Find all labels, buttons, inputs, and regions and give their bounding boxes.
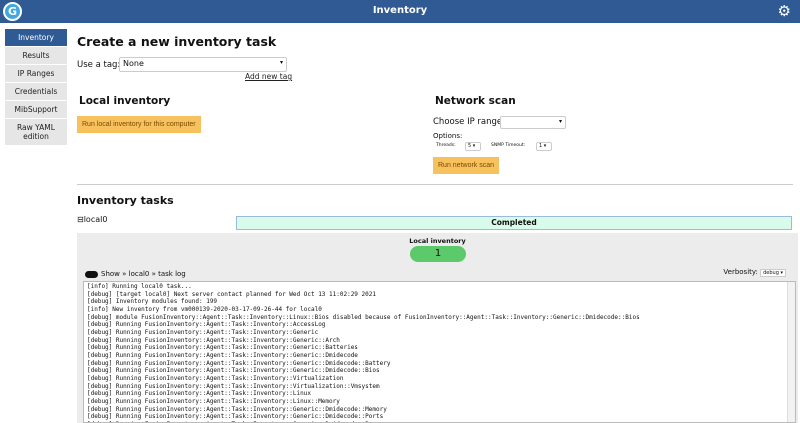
task-log[interactable]: [info] Running local0 task... [debug] [ta…	[83, 281, 796, 423]
log-line: [debug] Running FusionInventory::Agent::…	[87, 397, 340, 405]
verbosity-select[interactable]: debug ▾	[760, 269, 786, 277]
task-name: local0	[83, 215, 108, 224]
task-toggle[interactable]: ⊟local0	[77, 215, 107, 224]
options-label: Options:	[433, 132, 463, 140]
log-line: [debug] Running FusionInventory::Agent::…	[87, 374, 344, 382]
gear-icon[interactable]: ⚙	[778, 3, 791, 19]
log-line: [debug] Running FusionInventory::Agent::…	[87, 367, 380, 375]
threads-label: Threads:	[436, 143, 456, 148]
log-line: [debug] Running FusionInventory::Agent::…	[87, 321, 326, 329]
task-panel: Local inventory 1 Show » local0 » task l…	[77, 233, 798, 423]
sidebar: Inventory Results IP Ranges Credentials …	[5, 29, 67, 146]
log-line: [debug] Running FusionInventory::Agent::…	[87, 351, 358, 359]
header-bar: G Inventory ⚙	[0, 0, 800, 23]
counter-badge: 1	[410, 246, 466, 262]
local-inventory-title: Local inventory	[79, 95, 171, 107]
log-line: [debug] Running FusionInventory::Agent::…	[87, 336, 340, 344]
status-bar: Completed	[236, 216, 792, 230]
snmp-timeout-label: SNMP Timeout:	[491, 143, 526, 148]
sidebar-item-ip-ranges[interactable]: IP Ranges	[5, 65, 67, 82]
inventory-tasks-title: Inventory tasks	[77, 194, 174, 207]
add-new-tag-link[interactable]: Add new tag	[245, 72, 292, 81]
counter-label: Local inventory	[409, 237, 466, 245]
tag-select-value: None	[123, 59, 144, 68]
log-line: [debug] Running FusionInventory::Agent::…	[87, 382, 380, 390]
log-line: [debug] Running FusionInventory::Agent::…	[87, 328, 319, 336]
sidebar-item-inventory[interactable]: Inventory	[5, 29, 67, 46]
page-title: Create a new inventory task	[77, 34, 277, 49]
sidebar-item-raw-yaml[interactable]: Raw YAML edition	[5, 119, 67, 145]
log-line: [info] New inventory from vm000139-2020-…	[87, 305, 322, 313]
log-line: [debug] [target local0] Next server cont…	[87, 290, 376, 298]
page-header-title: Inventory	[372, 5, 428, 16]
sidebar-item-mibsupport[interactable]: MibSupport	[5, 101, 67, 118]
divider	[77, 184, 793, 185]
threads-value: 5	[468, 143, 472, 149]
ip-range-select[interactable]: ▾	[500, 116, 566, 129]
run-network-scan-button[interactable]: Run network scan	[433, 157, 500, 174]
ip-range-label: Choose IP range:	[433, 117, 505, 127]
log-line: [info] Running local0 task...	[87, 283, 192, 290]
log-line: [debug] Running FusionInventory::Agent::…	[87, 359, 391, 367]
log-line: [debug] Running FusionInventory::Agent::…	[87, 390, 311, 398]
log-line: [debug] Running FusionInventory::Agent::…	[87, 344, 358, 352]
verbosity-control: Verbosity: debug ▾	[723, 268, 786, 277]
verbosity-value: debug	[763, 270, 779, 276]
snmp-timeout-value: 1	[539, 143, 543, 149]
log-line: [debug] module FusionInventory::Agent::T…	[87, 313, 640, 321]
run-local-inventory-button[interactable]: Run local inventory for this computer	[77, 116, 201, 133]
chevron-down-icon: ▾	[279, 59, 283, 66]
sidebar-item-credentials[interactable]: Credentials	[5, 83, 67, 100]
log-breadcrumb: Show » local0 » task log	[85, 270, 186, 278]
log-line: [debug] Running FusionInventory::Agent::…	[87, 405, 387, 413]
breadcrumb-text[interactable]: Show » local0 » task log	[101, 270, 186, 278]
log-line: [debug] Inventory modules found: 199	[87, 298, 218, 306]
tag-select[interactable]: None ▾	[119, 57, 287, 72]
collapse-icon: ⊟	[77, 215, 84, 224]
network-scan-title: Network scan	[435, 95, 516, 107]
toggle-switch[interactable]	[85, 270, 98, 278]
snmp-timeout-select[interactable]: 1 ▾	[536, 142, 552, 151]
chevron-down-icon: ▾	[558, 118, 562, 125]
verbosity-label: Verbosity:	[723, 268, 758, 276]
log-scrollbar[interactable]	[787, 282, 795, 422]
threads-select[interactable]: 5 ▾	[465, 142, 481, 151]
sidebar-item-results[interactable]: Results	[5, 47, 67, 64]
tag-label: Use a tag:	[77, 60, 121, 70]
log-line: [debug] Running FusionInventory::Agent::…	[87, 413, 384, 421]
